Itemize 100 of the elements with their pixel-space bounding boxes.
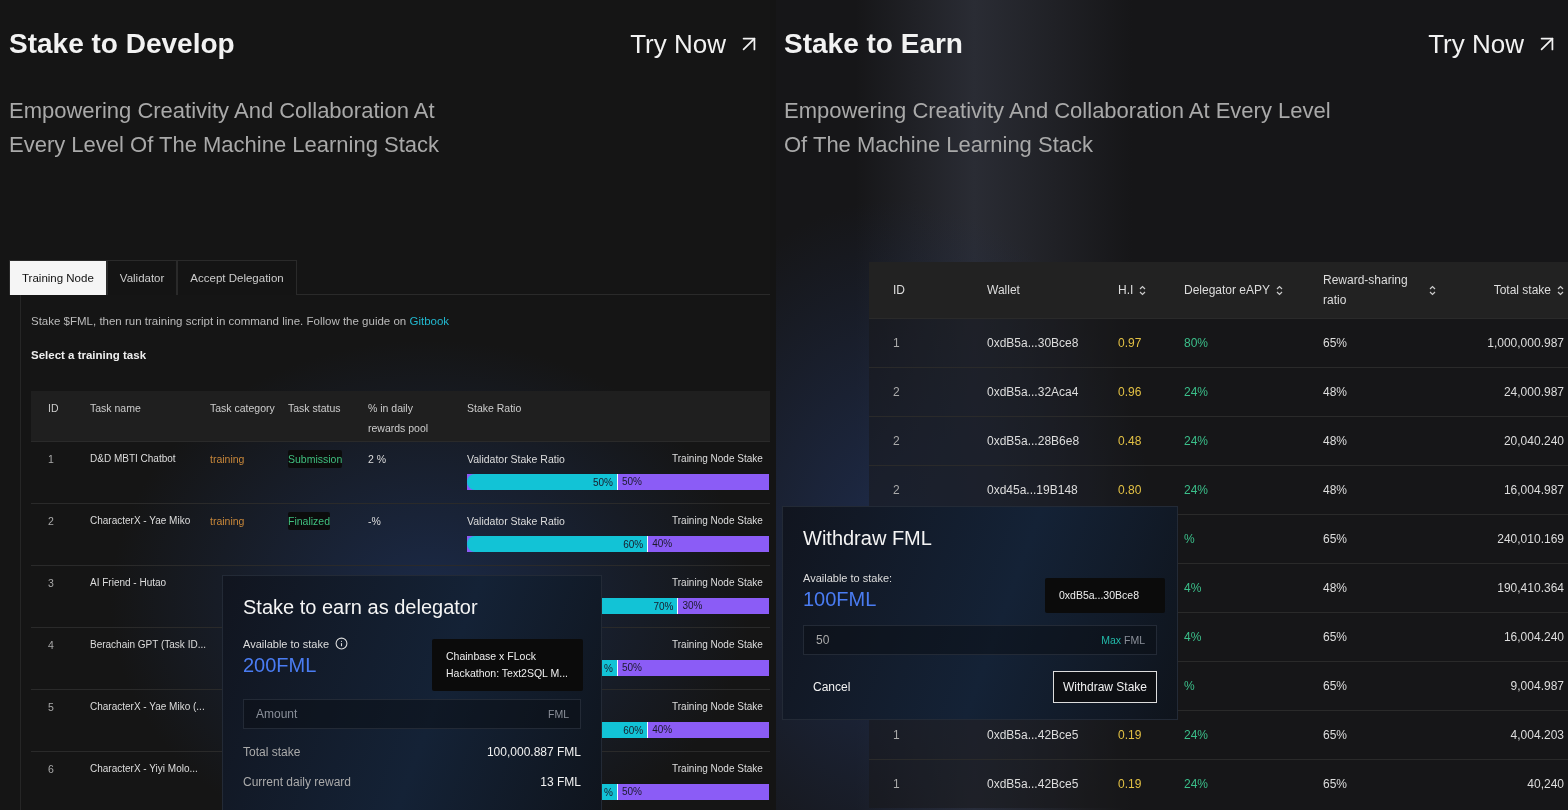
table-cell: 9,004.987 bbox=[1510, 679, 1564, 693]
table-cell-text: 1 bbox=[48, 453, 55, 467]
node-ratio-label: Training Node Stake bbox=[672, 453, 764, 466]
tab[interactable]: Accept Delegation bbox=[177, 260, 297, 295]
node-ratio-label: Training Node Stake bbox=[672, 639, 764, 652]
section-title: Stake to Earn bbox=[784, 28, 963, 60]
ratio-value: 40% bbox=[651, 723, 673, 737]
table-cell: % bbox=[1184, 532, 1195, 546]
node-ratio-label: Training Node Stake bbox=[672, 763, 764, 776]
table-cell: 48% bbox=[1323, 434, 1348, 448]
unit-label: FML bbox=[1124, 634, 1145, 646]
tooltip: 0xdB5a...30Bce8 bbox=[1045, 578, 1165, 613]
stat-value: 100,000.887 FML bbox=[486, 745, 581, 759]
validator-ratio-bar: 60% bbox=[467, 536, 649, 552]
table-cell: 4% bbox=[1184, 581, 1202, 595]
table-cell-text: 2 bbox=[48, 515, 55, 529]
max-link[interactable]: Max bbox=[1101, 634, 1121, 646]
info-icon[interactable] bbox=[335, 637, 349, 650]
ratio-value: 30% bbox=[681, 599, 703, 613]
table-cell: 65% bbox=[1323, 532, 1348, 546]
column-header: H.I bbox=[1118, 282, 1134, 299]
sort-icon[interactable] bbox=[1557, 284, 1564, 296]
available-label: Available to stake bbox=[243, 637, 330, 650]
table-cell: 48% bbox=[1323, 581, 1348, 595]
wallet-address: 0xdB5a...30Bce8 bbox=[987, 336, 1079, 350]
sort-icon[interactable] bbox=[1276, 284, 1284, 296]
node-ratio-label: Training Node Stake bbox=[672, 577, 764, 590]
section-title: Stake to Develop bbox=[9, 28, 235, 60]
task-name: CharacterX - Yiyi Molo... bbox=[90, 763, 198, 776]
stat-label: Current daily reward bbox=[243, 775, 352, 789]
table-cell: 4,004.203 bbox=[1510, 728, 1564, 742]
table-cell-text: 3 bbox=[48, 577, 55, 591]
column-header: Wallet bbox=[987, 282, 1020, 299]
gitbook-link[interactable]: Gitbook bbox=[409, 315, 450, 327]
unit-label: FML bbox=[548, 708, 569, 720]
task-name: CharacterX - Yae Miko bbox=[90, 515, 191, 528]
table-cell: 240,010.169 bbox=[1497, 532, 1564, 546]
column-header: ID bbox=[893, 282, 905, 299]
table-cell: 24% bbox=[1184, 385, 1209, 399]
table-cell: 65% bbox=[1323, 336, 1348, 350]
column-header: ID bbox=[48, 401, 59, 416]
category-tag: training bbox=[210, 453, 245, 465]
tab[interactable]: Validator bbox=[106, 260, 178, 295]
ratio-value: 50% bbox=[621, 785, 642, 799]
table-cell: 0.97 bbox=[1118, 336, 1142, 350]
node-ratio-label: Training Node Stake bbox=[672, 515, 764, 528]
table-cell: 65% bbox=[1323, 679, 1348, 693]
ratio-value: 40% bbox=[651, 537, 673, 551]
table-cell: 4% bbox=[1184, 630, 1202, 644]
validator-ratio-label: Validator Stake Ratio bbox=[467, 515, 565, 527]
available-label: Available to stake: bbox=[803, 572, 893, 584]
table-cell: 1,000,000.987 bbox=[1487, 336, 1564, 350]
withdraw-button[interactable]: Withdraw Stake bbox=[1052, 671, 1157, 703]
table-cell: 2 bbox=[893, 434, 900, 448]
column-header: Task name bbox=[90, 401, 141, 416]
sort-icon[interactable] bbox=[1429, 284, 1436, 296]
table-cell: 48% bbox=[1323, 483, 1348, 497]
ratio-value: 50% bbox=[621, 661, 642, 675]
section-label: Select a training task bbox=[31, 349, 148, 361]
try-now-link[interactable]: Try Now bbox=[630, 28, 762, 60]
column-header: Reward-sharing ratio bbox=[1323, 272, 1409, 309]
wallet-address: 0xdB5a...32Aca4 bbox=[987, 385, 1079, 399]
table-cell-text: 5 bbox=[48, 701, 55, 715]
table-cell: 2 % bbox=[368, 453, 387, 465]
column-header: Task category bbox=[210, 401, 275, 416]
cancel-button[interactable]: Cancel bbox=[803, 672, 861, 702]
table-cell: 1 bbox=[893, 777, 900, 791]
table-cell: 1 bbox=[893, 336, 900, 350]
column-header: Delegator eAPY bbox=[1184, 282, 1271, 299]
table-cell: 24% bbox=[1184, 434, 1209, 448]
table-cell: 24% bbox=[1184, 483, 1209, 497]
try-now-link[interactable]: Try Now bbox=[1428, 28, 1560, 60]
column-header: Stake Ratio bbox=[467, 401, 522, 416]
category-tag: training bbox=[210, 515, 245, 527]
tab[interactable]: Training Node bbox=[9, 260, 107, 295]
available-value: 200FML bbox=[243, 654, 317, 677]
task-name: AI Friend - Hutao bbox=[90, 577, 167, 590]
table-cell: 0.19 bbox=[1118, 728, 1142, 742]
column-header: Task status bbox=[288, 401, 341, 416]
status-badge: Submission bbox=[288, 450, 343, 468]
table-cell: 16,004.987 bbox=[1503, 483, 1564, 497]
table-cell: 0.96 bbox=[1118, 385, 1142, 399]
wallet-address: 0xdB5a...42Bce5 bbox=[987, 728, 1079, 742]
status-badge: Finalized bbox=[288, 512, 331, 530]
table-cell: 40,240 bbox=[1527, 777, 1564, 791]
stat-label: Total stake bbox=[243, 745, 301, 759]
wallet-address: 0xd45a...19B148 bbox=[987, 483, 1078, 497]
sort-icon[interactable] bbox=[1139, 284, 1147, 296]
table-cell: 80% bbox=[1184, 336, 1209, 350]
table-cell: 2 bbox=[893, 483, 900, 497]
intro-text: Stake $FML, then run training script in command line. Follow the guide on Gitbook bbox=[31, 315, 451, 327]
task-name: Berachain GPT (Task ID... bbox=[90, 639, 206, 652]
available-value: 100FML bbox=[803, 588, 877, 611]
dialog-title: Withdraw FML bbox=[803, 527, 933, 550]
table-cell: % bbox=[1184, 679, 1195, 693]
table-cell-text: 4 bbox=[48, 639, 55, 653]
table-cell: 1 bbox=[893, 728, 900, 742]
table-cell: 16,004.240 bbox=[1503, 630, 1564, 644]
ratio-value: 50% bbox=[621, 475, 642, 489]
table-cell: -% bbox=[368, 515, 381, 527]
